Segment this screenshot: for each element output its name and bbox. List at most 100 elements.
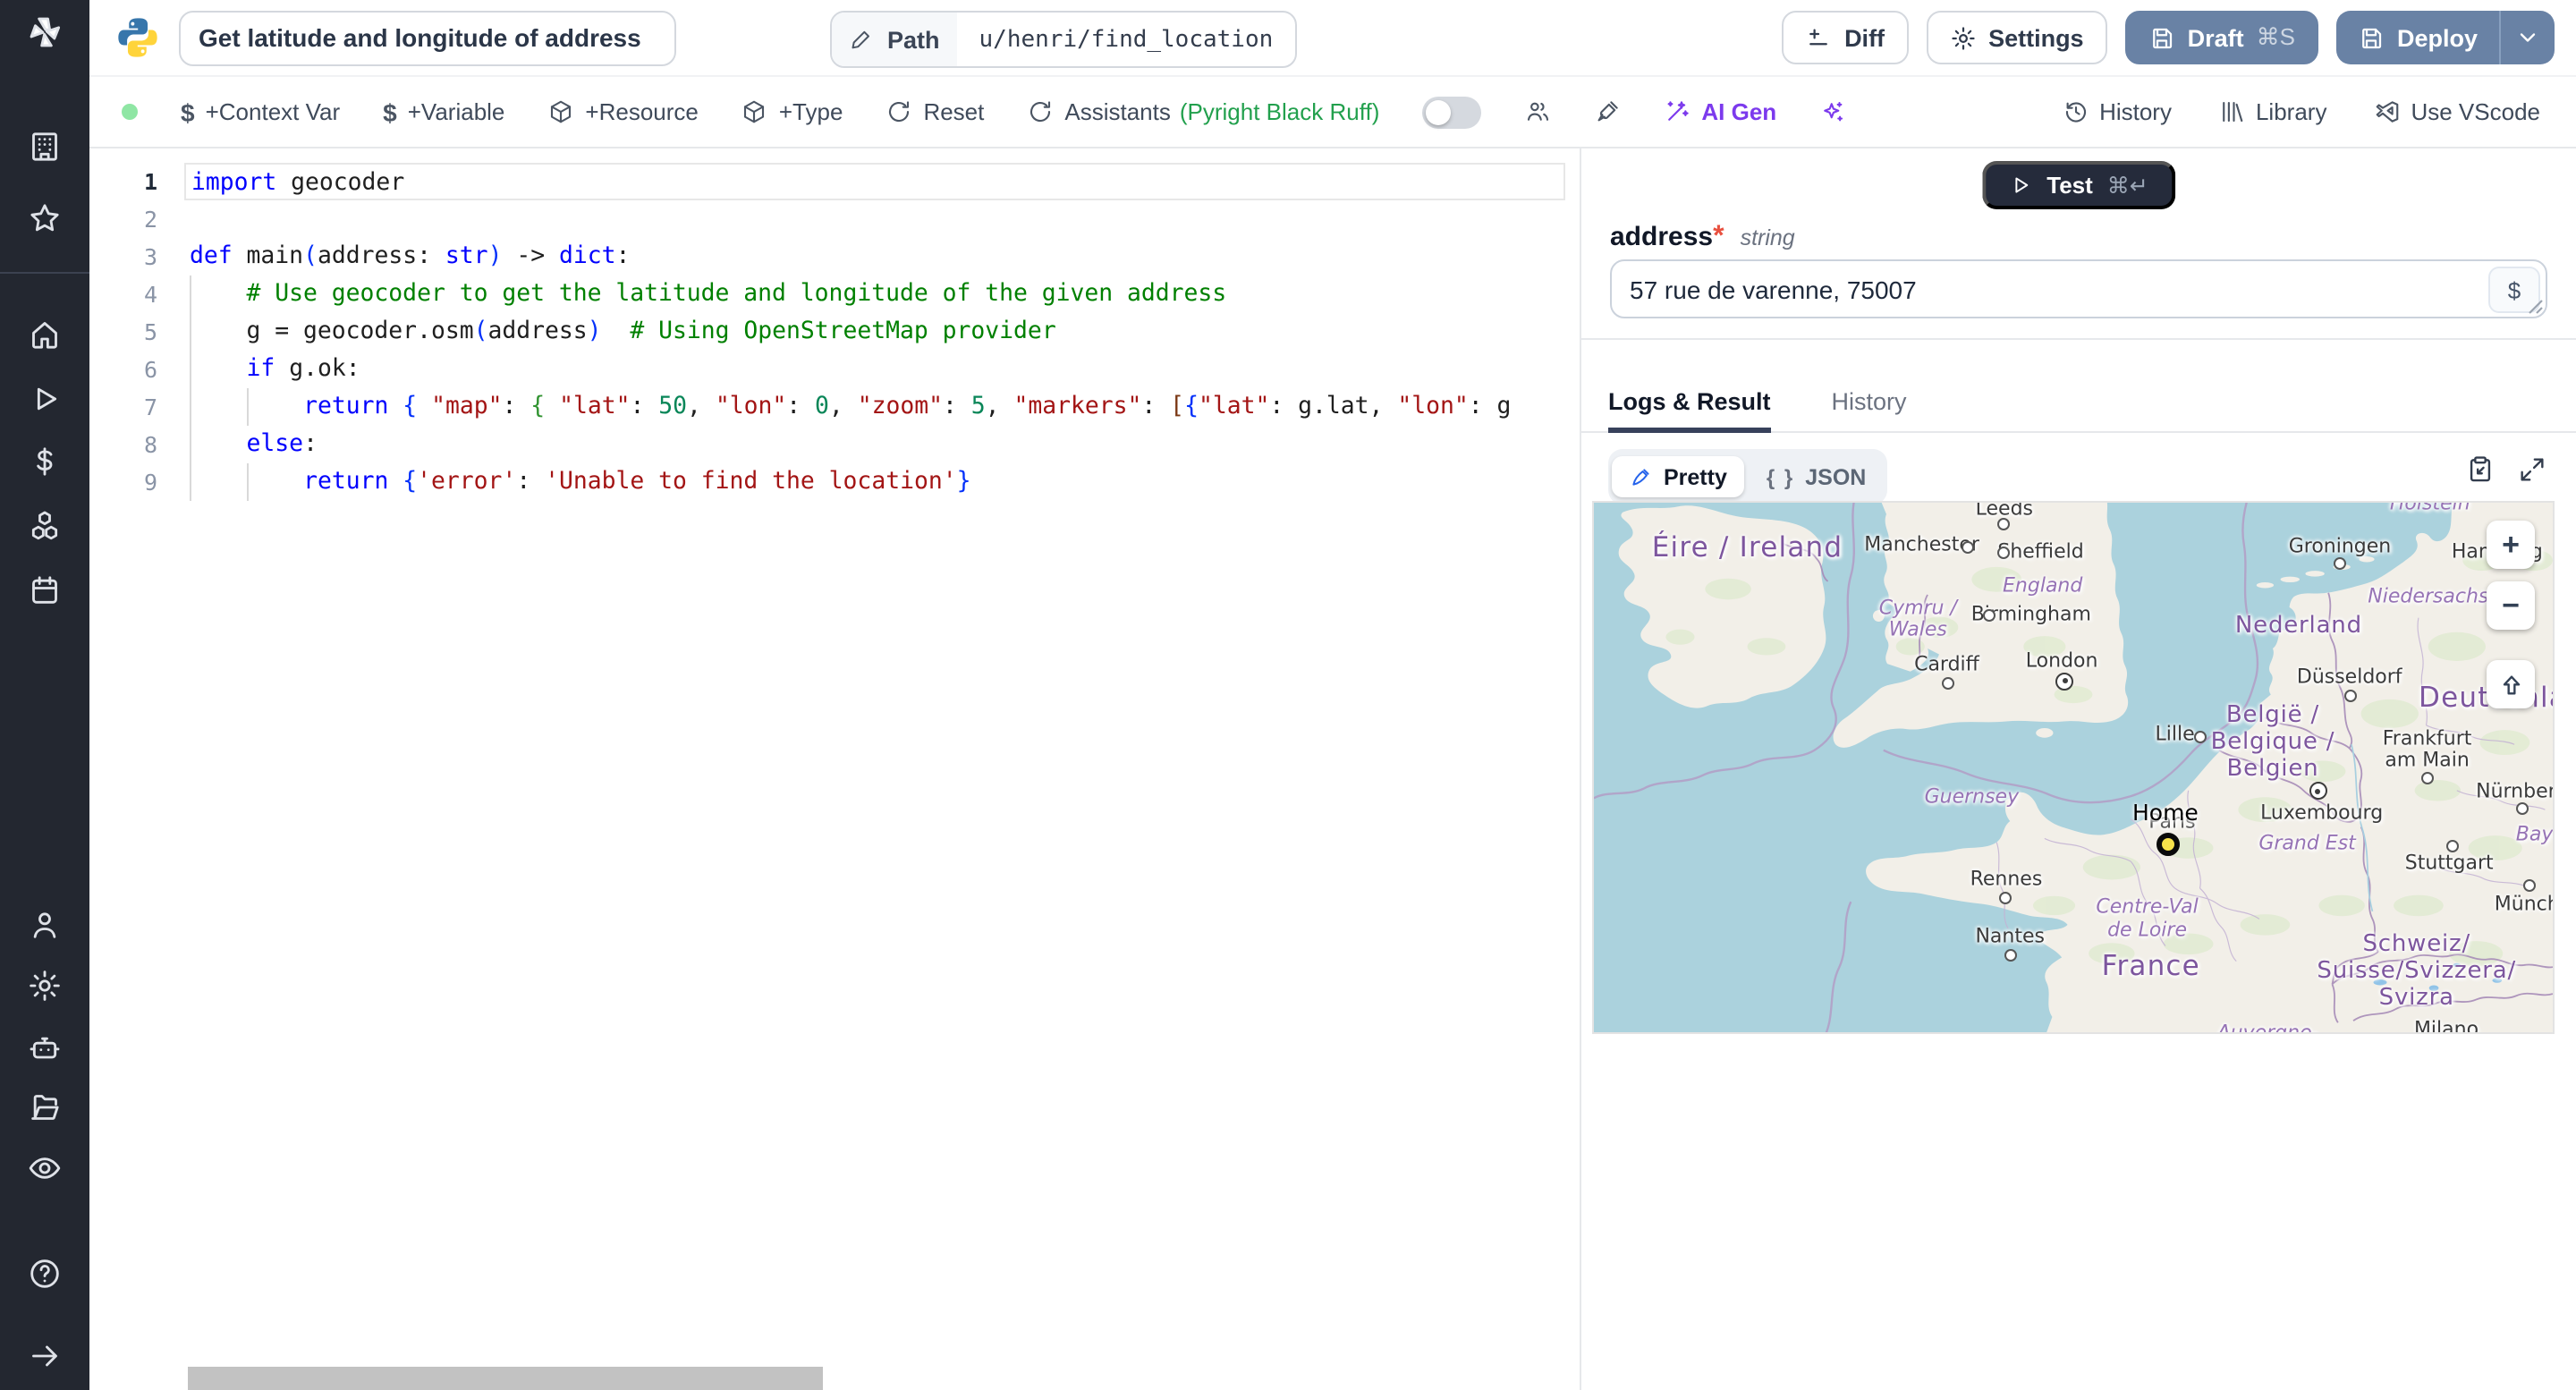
code-line-1[interactable]: 1 import geocoder	[89, 163, 1580, 200]
indent-guide	[190, 275, 191, 501]
map-zoom-in-button[interactable]: +	[2487, 521, 2535, 569]
expand-icon[interactable]	[2517, 454, 2547, 485]
line-number: 5	[143, 318, 157, 345]
test-button[interactable]: Test ⌘↵	[1982, 161, 2175, 209]
sidebar-item-building-icon[interactable]	[0, 125, 89, 168]
code-line-2[interactable]: 2	[89, 200, 1580, 238]
script-title-input[interactable]: Get latitude and longitude of address	[179, 10, 676, 65]
history-button[interactable]: History	[2062, 98, 2172, 125]
arrow-up-icon	[2502, 674, 2520, 694]
diff-button[interactable]: Diff	[1782, 11, 1909, 64]
map-zoom-out-button[interactable]: −	[2487, 581, 2535, 630]
sidebar-item-help-icon[interactable]	[0, 1252, 89, 1295]
result-tabs: Logs & Result History	[1581, 363, 2576, 433]
assistants-button[interactable]: Assistants (Pyright Black Ruff)	[1027, 98, 1379, 125]
sidebar-item-dollar-icon[interactable]	[0, 440, 89, 483]
path-widget[interactable]: Path u/henri/find_location	[830, 11, 1297, 68]
code-line-5[interactable]: 5 g = geocoder.osm(address) # Using Open…	[89, 313, 1580, 351]
code-line-9[interactable]: 9 return {'error': 'Unable to find the l…	[89, 463, 1580, 501]
required-asterisk: *	[1713, 222, 1724, 252]
ai-sparkles-button[interactable]	[1819, 98, 1846, 125]
address-input[interactable]: 57 rue de varenne, 75007 $	[1610, 259, 2547, 318]
sidebar-item-calendar-icon[interactable]	[0, 569, 89, 612]
indent-guide	[247, 463, 249, 501]
sidebar-item-home-icon[interactable]	[0, 313, 89, 356]
city-dot	[2334, 557, 2346, 571]
clipboard-copy-icon[interactable]	[2465, 454, 2496, 485]
sidebar-item-person-icon[interactable]	[0, 903, 89, 946]
sidebar-item-robot-icon[interactable]	[0, 1027, 89, 1070]
add-context-var-button[interactable]: $ +Context Var	[181, 97, 340, 126]
city-dot	[1982, 609, 1996, 623]
users-icon	[1528, 102, 1549, 121]
dollar-icon: $	[181, 97, 195, 126]
home-marker[interactable]	[2157, 832, 2181, 856]
add-variable-button[interactable]: $ +Variable	[383, 97, 504, 126]
tab-logs-result[interactable]: Logs & Result	[1608, 388, 1771, 433]
play-icon	[2015, 177, 2029, 193]
sidebar-item-play-icon[interactable]	[0, 377, 89, 420]
pencil-icon	[852, 30, 869, 49]
braces-icon: { }	[1766, 464, 1795, 489]
test-label: Test	[2046, 172, 2093, 199]
map-fit-view-button[interactable]	[2487, 660, 2535, 708]
sidebar-item-folder-icon[interactable]	[0, 1086, 89, 1129]
refresh-icon	[1030, 101, 1051, 123]
map-canvas	[1594, 503, 2553, 1032]
city-dot	[1997, 547, 2011, 560]
result-map[interactable]: Leeds Manchester Sheffield England Cymru / W…	[1592, 501, 2555, 1034]
chevron-down-icon	[2520, 33, 2536, 42]
wand-icon	[1667, 101, 1690, 121]
multiplayer-toggle[interactable]	[1422, 96, 1482, 128]
add-type-button[interactable]: +Type	[741, 98, 843, 125]
code-line-6[interactable]: 6 if g.ok:	[89, 351, 1580, 388]
brush-icon	[1597, 101, 1619, 122]
code-line-8[interactable]: 8 else:	[89, 426, 1580, 463]
refresh-icon	[889, 101, 910, 123]
line-number: 4	[143, 281, 157, 308]
code-editor[interactable]: 1 import geocoder 2 3 def main(address: str)…	[89, 148, 1581, 1390]
argument-label: address* string	[1610, 222, 1795, 254]
diff-label: Diff	[1844, 24, 1885, 51]
code-text: def main(address: str) -> dict:	[190, 243, 631, 270]
test-shortcut: ⌘↵	[2106, 174, 2148, 199]
horizontal-scrollbar[interactable]	[188, 1367, 823, 1390]
multiplayer-users-button[interactable]	[1524, 98, 1551, 125]
sidebar-item-eye-icon[interactable]	[0, 1147, 89, 1190]
add-resource-button[interactable]: +Resource	[547, 98, 699, 125]
city-dot	[2515, 802, 2529, 816]
capital-ring-dot	[2309, 782, 2327, 801]
json-view-option[interactable]: { } JSON	[1749, 456, 1884, 497]
draft-button[interactable]: Draft ⌘S	[2124, 11, 2318, 64]
python-icon	[114, 14, 161, 61]
ai-gen-button[interactable]: AI Gen	[1664, 98, 1776, 125]
city-dot	[2193, 730, 2207, 743]
sidebar-item-gear-icon[interactable]	[0, 964, 89, 1007]
editor-toolbar: $ +Context Var $ +Variable +Resource +Type…	[89, 77, 2576, 148]
windmill-logo[interactable]	[0, 14, 89, 50]
city-dot	[1999, 891, 2012, 904]
library-button[interactable]: Library	[2218, 98, 2326, 125]
sidebar-item-arrow-right-icon[interactable]	[0, 1335, 89, 1377]
deploy-dropdown-button[interactable]	[2499, 11, 2555, 64]
vscode-button[interactable]: Use VScode	[2373, 98, 2540, 125]
format-button[interactable]	[1594, 98, 1621, 125]
tab-history[interactable]: History	[1832, 388, 1907, 431]
status-dot	[122, 104, 138, 120]
line-number: 3	[143, 243, 157, 270]
deploy-button[interactable]: Deploy	[2335, 11, 2555, 64]
code-text: # Use geocoder to get the latitude and l…	[190, 281, 1227, 308]
reset-button[interactable]: Reset	[886, 98, 984, 125]
code-line-7[interactable]: 7 return { "map": { "lat": 50, "lon": 0,…	[89, 388, 1580, 426]
code-text: import geocoder	[184, 163, 1565, 200]
code-line-4[interactable]: 4 # Use geocoder to get the latitude and…	[89, 275, 1580, 313]
pretty-view-option[interactable]: Pretty	[1612, 456, 1745, 497]
sidebar-item-star-icon[interactable]	[0, 197, 89, 240]
sidebar-item-cubes-icon[interactable]	[0, 504, 89, 547]
code-line-3[interactable]: 3 def main(address: str) -> dict:	[89, 238, 1580, 275]
settings-button[interactable]: Settings	[1926, 11, 2107, 64]
city-dot	[2344, 690, 2358, 703]
panel-divider	[1581, 338, 2576, 340]
resize-handle[interactable]	[2528, 299, 2544, 315]
